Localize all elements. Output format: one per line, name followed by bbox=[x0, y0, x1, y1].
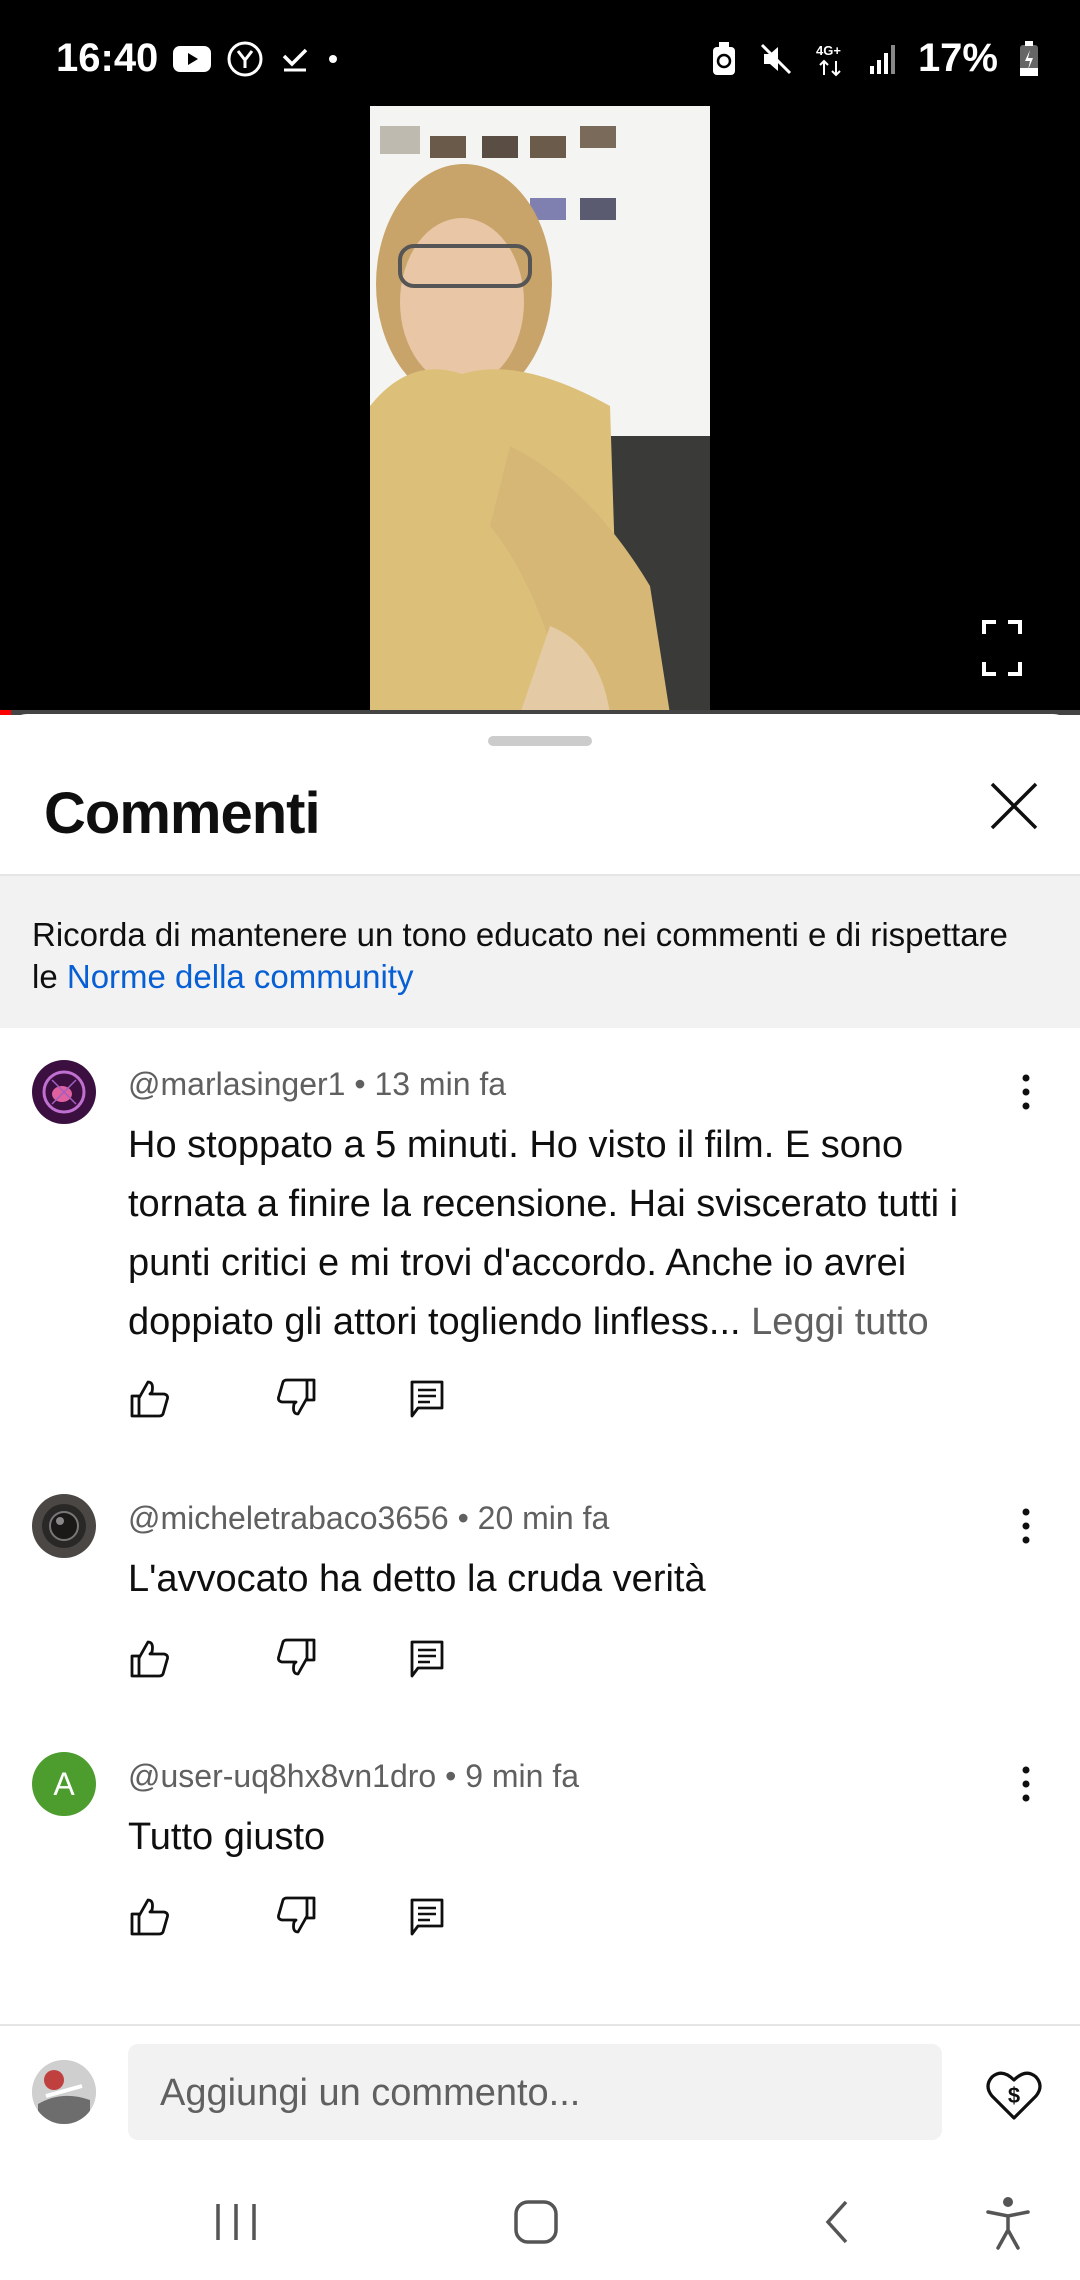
svg-text:$: $ bbox=[1008, 2083, 1020, 2108]
dislike-button[interactable] bbox=[274, 1636, 318, 1680]
comment-time: 20 min fa bbox=[477, 1500, 610, 1536]
comment-meta: @user-uq8hx8vn1dro • 9 min fa bbox=[128, 1758, 580, 1794]
comment-author[interactable]: @marlasinger1 bbox=[128, 1066, 345, 1102]
more-vert-icon bbox=[1022, 1074, 1030, 1110]
avatar[interactable]: A bbox=[32, 1752, 96, 1816]
comment-input[interactable]: Aggiungi un commento... bbox=[128, 2044, 942, 2140]
thumbs-up-icon bbox=[130, 1640, 169, 1678]
comment-menu-button[interactable] bbox=[1016, 1502, 1036, 1550]
drag-handle[interactable] bbox=[488, 736, 592, 746]
comment-text: L'avvocato ha detto la cruda verità bbox=[128, 1558, 706, 1600]
fullscreen-button[interactable] bbox=[980, 618, 1024, 678]
thumbs-down-icon bbox=[277, 1638, 316, 1676]
thumbs-down-icon bbox=[277, 1896, 316, 1934]
status-right: 4G+ 17% bbox=[710, 36, 1040, 81]
avatar[interactable] bbox=[32, 1494, 96, 1558]
comment-composer: Aggiungi un commento... $ bbox=[0, 2026, 1080, 2146]
reply-button[interactable] bbox=[406, 1894, 450, 1938]
thumbs-down-icon bbox=[277, 1378, 316, 1416]
recent-apps-icon bbox=[216, 2204, 256, 2240]
reply-icon bbox=[410, 1380, 444, 1418]
comment-time: 9 min fa bbox=[465, 1758, 580, 1794]
like-button[interactable] bbox=[128, 1894, 172, 1938]
svg-text:4G+: 4G+ bbox=[816, 43, 841, 58]
video-thumbnail bbox=[370, 106, 710, 714]
sheet-title: Commenti bbox=[44, 781, 321, 846]
task-done-icon bbox=[278, 42, 312, 76]
battery-percent: 17% bbox=[917, 36, 998, 80]
close-icon bbox=[990, 782, 1038, 830]
thumbs-up-icon bbox=[130, 1898, 169, 1936]
super-thanks-button[interactable]: $ bbox=[984, 2066, 1044, 2124]
read-more-link[interactable]: Leggi tutto bbox=[751, 1301, 928, 1343]
user-avatar bbox=[32, 2060, 96, 2124]
clock: 16:40 bbox=[56, 36, 159, 80]
avatar-letter: A bbox=[53, 1765, 75, 1802]
comment-author[interactable]: @micheletrabaco3656 bbox=[128, 1500, 449, 1536]
comment-author[interactable]: @user-uq8hx8vn1dro bbox=[128, 1758, 436, 1794]
close-button[interactable] bbox=[982, 774, 1046, 838]
comment-meta: @marlasinger1 • 13 min fa bbox=[128, 1066, 507, 1102]
accessibility-button[interactable] bbox=[978, 2192, 1038, 2252]
more-vert-icon bbox=[1022, 1508, 1030, 1544]
dislike-button[interactable] bbox=[274, 1894, 318, 1938]
comment-text: Tutto giusto bbox=[128, 1816, 326, 1858]
home-button[interactable] bbox=[506, 2192, 566, 2252]
status-left: 16:40 bbox=[56, 36, 340, 81]
signal-icon bbox=[868, 42, 898, 76]
avatar[interactable] bbox=[32, 1060, 96, 1124]
reply-icon bbox=[410, 1898, 444, 1936]
reply-button[interactable] bbox=[406, 1636, 450, 1680]
back-button[interactable] bbox=[808, 2192, 868, 2252]
battery-charging-icon bbox=[1018, 40, 1040, 78]
comment-menu-button[interactable] bbox=[1016, 1068, 1036, 1116]
mute-icon bbox=[758, 41, 794, 77]
recent-apps-button[interactable] bbox=[206, 2192, 266, 2252]
dot-icon bbox=[326, 52, 340, 66]
battery-saver-icon bbox=[710, 41, 738, 77]
video-player[interactable] bbox=[0, 106, 1080, 714]
system-nav-bar bbox=[0, 2156, 1080, 2280]
video-progress-fill bbox=[0, 710, 11, 715]
youtube-notification-icon bbox=[172, 44, 212, 74]
like-button[interactable] bbox=[128, 1636, 172, 1680]
yahoo-notification-icon bbox=[226, 40, 264, 78]
community-guidelines-link[interactable]: Norme della community bbox=[67, 958, 414, 995]
heart-dollar-icon: $ bbox=[986, 2071, 1042, 2120]
status-bar: 16:40 4G+ 17% bbox=[0, 0, 1080, 110]
notice-text: Ricorda di mantenere un tono educato nei… bbox=[32, 914, 1042, 998]
accessibility-icon bbox=[986, 2197, 1030, 2250]
back-icon bbox=[825, 2200, 848, 2244]
comment-time: 13 min fa bbox=[374, 1066, 507, 1102]
home-icon bbox=[514, 2200, 558, 2244]
reply-icon bbox=[410, 1640, 444, 1678]
more-vert-icon bbox=[1022, 1766, 1030, 1802]
comment-menu-button[interactable] bbox=[1016, 1760, 1036, 1808]
community-notice: Ricorda di mantenere un tono educato nei… bbox=[0, 876, 1080, 1028]
dislike-button[interactable] bbox=[274, 1376, 318, 1420]
comment-input-placeholder: Aggiungi un commento... bbox=[160, 2072, 581, 2114]
comment-text: Ho stoppato a 5 minuti. Ho visto il film… bbox=[128, 1116, 1008, 1352]
like-button[interactable] bbox=[128, 1376, 172, 1420]
thumbs-up-icon bbox=[130, 1380, 169, 1418]
comment-meta: @micheletrabaco3656 • 20 min fa bbox=[128, 1500, 610, 1536]
reply-button[interactable] bbox=[406, 1376, 450, 1420]
network-4g-icon: 4G+ bbox=[814, 41, 848, 77]
